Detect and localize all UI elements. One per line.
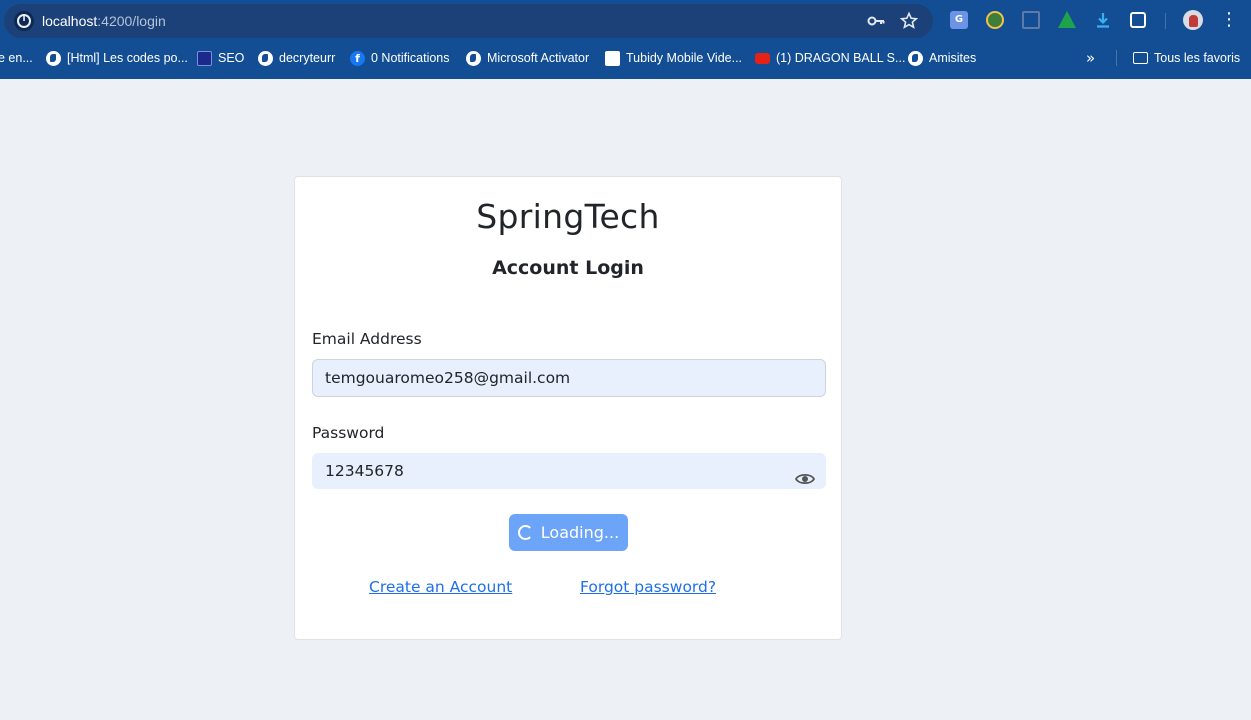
page-title: Account Login xyxy=(492,257,644,279)
create-account-link[interactable]: Create an Account xyxy=(369,578,512,596)
login-button[interactable]: Loading... xyxy=(509,514,628,551)
info-icon[interactable] xyxy=(14,11,34,31)
bookmark-item[interactable]: SEO xyxy=(197,46,244,70)
url-path: :4200/login xyxy=(97,13,166,29)
globe-icon xyxy=(258,50,273,66)
bookmark-label: e en... xyxy=(0,51,33,65)
globe-extension-icon[interactable] xyxy=(986,11,1004,29)
email-field[interactable]: temgouaromeo258@gmail.com xyxy=(312,359,826,397)
avatar[interactable] xyxy=(1183,10,1203,30)
translate-icon[interactable]: G xyxy=(950,11,968,29)
bookmark-item[interactable]: e en... xyxy=(0,46,33,70)
url-host: localhost xyxy=(42,13,98,29)
globe-icon xyxy=(908,50,923,66)
address-bar[interactable]: localhost:4200/login xyxy=(4,4,933,38)
password-field[interactable]: 12345678 xyxy=(312,453,826,489)
url-text[interactable]: localhost:4200/login xyxy=(42,13,166,29)
puzzle-icon[interactable] xyxy=(1130,12,1146,28)
all-bookmarks-button[interactable]: Tous les favoris xyxy=(1133,46,1240,70)
toolbar-divider xyxy=(1165,13,1166,29)
bookmarks-overflow-icon[interactable]: » xyxy=(1086,46,1095,70)
bookmark-label: SEO xyxy=(218,51,245,65)
bookmark-item[interactable]: Microsoft Activator xyxy=(466,46,589,70)
bookmark-label: (1) DRAGON BALL S... xyxy=(776,51,906,65)
login-card: SpringTech Account Login Email Address t… xyxy=(294,176,842,640)
brand-title: SpringTech xyxy=(476,197,660,236)
tubidy-icon xyxy=(605,50,620,66)
eye-icon[interactable] xyxy=(794,464,816,485)
browser-chrome: localhost:4200/login G ⋮ e en... [Html] … xyxy=(0,0,1251,79)
email-label: Email Address xyxy=(312,330,422,348)
login-button-label: Loading... xyxy=(540,523,620,542)
star-icon[interactable] xyxy=(899,11,919,31)
bookmark-item[interactable]: decryteurr xyxy=(258,46,335,70)
bookmark-label: Microsoft Activator xyxy=(487,51,590,65)
password-label: Password xyxy=(312,424,385,442)
bookmark-label: [Html] Les codes po... xyxy=(67,51,188,65)
seo-icon xyxy=(197,50,212,66)
youtube-icon xyxy=(755,52,770,64)
bookmark-label: 0 Notifications xyxy=(371,51,450,65)
bookmarks-bar: e en... [Html] Les codes po... SEO decry… xyxy=(0,46,1251,70)
password-value: 12345678 xyxy=(325,462,404,480)
more-menu-icon[interactable]: ⋮ xyxy=(1220,10,1238,30)
download-icon[interactable] xyxy=(1094,11,1112,29)
bookmark-label: Amisites xyxy=(929,51,977,65)
globe-icon xyxy=(466,50,481,66)
bookmark-item[interactable]: (1) DRAGON BALL S... xyxy=(755,46,905,70)
bookmark-item[interactable]: Amisites xyxy=(908,46,976,70)
bookmark-item[interactable]: [Html] Les codes po... xyxy=(46,46,188,70)
folder-icon xyxy=(1133,52,1148,64)
key-icon[interactable] xyxy=(866,11,886,31)
bookmark-label: Tubidy Mobile Vide... xyxy=(626,51,743,65)
globe-icon xyxy=(46,50,61,66)
bookmark-item[interactable]: Tubidy Mobile Vide... xyxy=(605,46,742,70)
document-extension-icon[interactable] xyxy=(1022,11,1040,29)
bookmarks-divider xyxy=(1116,50,1117,66)
all-bookmarks-label: Tous les favoris xyxy=(1154,51,1241,65)
spinner-icon xyxy=(517,525,533,540)
forgot-password-link[interactable]: Forgot password? xyxy=(580,578,716,596)
tree-extension-icon[interactable] xyxy=(1058,11,1076,28)
bookmark-label: decryteurr xyxy=(279,51,336,65)
bookmark-item[interactable]: f 0 Notifications xyxy=(350,46,450,70)
facebook-icon: f xyxy=(350,50,365,66)
